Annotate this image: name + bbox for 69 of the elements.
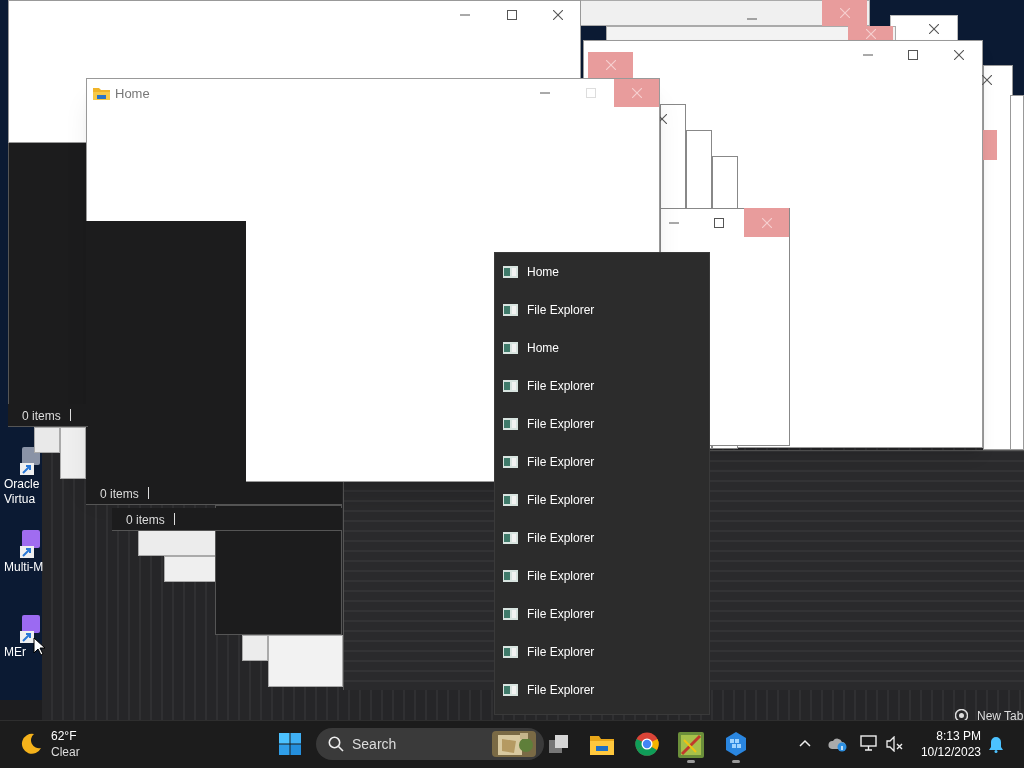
window-thumbnail-icon	[503, 684, 518, 696]
running-indicator	[732, 760, 740, 763]
close-icon	[761, 217, 772, 228]
tab-preview-label: New Tab	[977, 709, 1024, 723]
jump-list-item[interactable]: File Explorer	[495, 557, 709, 595]
window-fragment	[983, 130, 997, 160]
close-icon	[605, 60, 616, 70]
window-thumbnail-icon	[503, 608, 518, 620]
jump-list-item[interactable]: File Explorer	[495, 481, 709, 519]
window-thumbnail-icon	[503, 380, 518, 392]
close-icon	[839, 8, 850, 18]
bell-icon[interactable]	[989, 736, 1003, 753]
desktop-icon-label[interactable]: Oracle Virtua	[4, 477, 50, 509]
maximize-icon	[908, 50, 918, 60]
window-thumbnail-icon	[503, 456, 518, 468]
window-thumbnail-icon	[503, 304, 518, 316]
chrome-icon	[955, 709, 968, 722]
clock-time[interactable]: 8:13 PM	[905, 729, 981, 744]
jump-list-item[interactable]: File Explorer	[495, 291, 709, 329]
chrome-icon[interactable]	[635, 732, 659, 756]
window-thumbnail-icon	[503, 266, 518, 278]
jump-list-item[interactable]: Home	[495, 253, 709, 291]
jump-list-item[interactable]: File Explorer	[495, 405, 709, 443]
close-icon	[553, 10, 563, 20]
shortcut-icon	[20, 613, 42, 643]
window-thumbnail-icon	[503, 494, 518, 506]
jump-list-item[interactable]: File Explorer	[495, 633, 709, 671]
close-icon	[865, 29, 876, 39]
search-icon	[328, 736, 344, 752]
network-icon[interactable]	[860, 735, 878, 752]
item-count: 0 items	[126, 513, 165, 527]
moon-icon[interactable]	[20, 732, 42, 754]
jump-list-item[interactable]: File Explorer	[495, 367, 709, 405]
clock-date[interactable]: 10/12/2023	[905, 745, 981, 760]
shortcut-icon	[20, 528, 42, 558]
desktop-icon-label[interactable]: MEr	[4, 645, 50, 677]
window-title: Home	[115, 86, 151, 102]
jump-list-item[interactable]: File Explorer	[495, 671, 709, 709]
window-thumbnail-icon	[503, 646, 518, 658]
desktop-icon-label[interactable]: Multi-M	[4, 560, 50, 592]
running-indicator	[687, 760, 695, 763]
weather-condition: Clear	[51, 745, 81, 759]
chevron-up-icon[interactable]	[799, 739, 811, 747]
item-count: 0 items	[22, 409, 61, 423]
jump-list-item[interactable]: File Explorer	[495, 519, 709, 557]
close-icon	[929, 24, 939, 34]
window-thumbnail-icon	[503, 418, 518, 430]
window-thumbnail-icon	[503, 532, 518, 544]
app-icon[interactable]	[724, 731, 748, 757]
task-view-icon[interactable]	[548, 733, 570, 755]
desktop-background	[0, 700, 42, 720]
windows-start-icon[interactable]	[279, 733, 301, 755]
item-count: 0 items	[100, 487, 139, 501]
volume-muted-icon[interactable]	[886, 736, 904, 752]
jump-list-item[interactable]: File Explorer	[495, 443, 709, 481]
shortcut-icon	[20, 445, 42, 475]
window-thumbnail-icon	[503, 570, 518, 582]
close-icon	[982, 75, 992, 85]
maximize-icon	[507, 10, 517, 20]
close-icon	[954, 50, 964, 60]
cursor-icon	[33, 637, 45, 656]
jump-list-item[interactable]: Home	[495, 329, 709, 367]
window-thumbnail-icon	[503, 342, 518, 354]
cloud-icon[interactable]	[828, 736, 848, 752]
weather-temperature: 62°F	[51, 729, 78, 743]
maximize-icon	[586, 88, 596, 98]
jump-list-item[interactable]: File Explorer	[495, 595, 709, 633]
close-icon	[631, 88, 642, 98]
maximize-icon	[714, 218, 724, 228]
